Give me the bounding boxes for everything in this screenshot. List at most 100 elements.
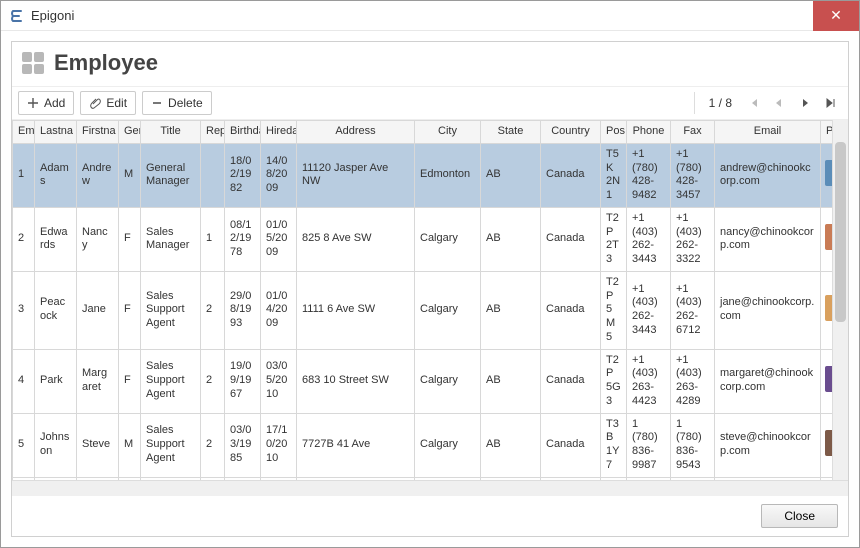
app-icon [9, 8, 25, 24]
cell-country: Canada [541, 271, 601, 349]
cell-state: AB [481, 413, 541, 477]
cell-reports: 2 [201, 271, 225, 349]
cell-first: Jane [77, 271, 119, 349]
cell-state: AB [481, 143, 541, 207]
column-header[interactable]: Address [297, 121, 415, 144]
cell-city: Calgary [415, 413, 481, 477]
last-page-button[interactable] [820, 92, 842, 114]
cell-state: AB [481, 349, 541, 413]
employee-table: EmLastnaFirstnaGerTitleRepBirthdaHiredaA… [12, 120, 848, 480]
column-header[interactable]: Fax [671, 121, 715, 144]
cell-gender: F [119, 349, 141, 413]
cell-title: Sales Support Agent [141, 349, 201, 413]
cell-title: General Manager [141, 143, 201, 207]
add-button[interactable]: Add [18, 91, 74, 115]
column-header[interactable]: Em [13, 121, 35, 144]
cell-city: Calgary [415, 207, 481, 271]
horizontal-scrollbar[interactable] [12, 480, 848, 496]
close-button[interactable]: Close [761, 504, 838, 528]
cell-country: Canada [541, 207, 601, 271]
cell-postal: T2P 5G3 [601, 349, 627, 413]
cell-postal: T2P 2T3 [601, 207, 627, 271]
delete-button[interactable]: Delete [142, 91, 212, 115]
cell-hire: 01/05/2009 [261, 207, 297, 271]
column-header[interactable]: Lastna [35, 121, 77, 144]
cell-address: 1111 6 Ave SW [297, 271, 415, 349]
cell-reports: 2 [201, 413, 225, 477]
cell-gender: M [119, 413, 141, 477]
cell-gender: F [119, 271, 141, 349]
cell-reports [201, 143, 225, 207]
next-page-button[interactable] [794, 92, 816, 114]
dialog-footer: Close [12, 496, 848, 536]
column-header[interactable]: Pos [601, 121, 627, 144]
toolbar: Add Edit Delete 1 / 8 [12, 87, 848, 120]
cell-phone: +1 (780) 428-9482 [627, 143, 671, 207]
cell-title: Sales Manager [141, 207, 201, 271]
cell-first: Margaret [77, 349, 119, 413]
column-header[interactable]: Hireda [261, 121, 297, 144]
paperclip-icon [89, 97, 101, 109]
cell-email: steve@chinookcorp.com [715, 413, 821, 477]
column-header[interactable]: Firstna [77, 121, 119, 144]
cell-city: Calgary [415, 271, 481, 349]
cell-city: Calgary [415, 349, 481, 413]
column-header[interactable]: Birthda [225, 121, 261, 144]
table-row[interactable]: 2EdwardsNancyFSales Manager108/12/197801… [13, 207, 849, 271]
column-header[interactable]: Rep [201, 121, 225, 144]
table-row[interactable]: 3PeacockJaneFSales Support Agent229/08/1… [13, 271, 849, 349]
cell-reports: 1 [201, 207, 225, 271]
next-icon [798, 96, 812, 110]
page-title: Employee [54, 50, 158, 76]
table-header: EmLastnaFirstnaGerTitleRepBirthdaHiredaA… [13, 121, 849, 144]
cell-email: margaret@chinookcorp.com [715, 349, 821, 413]
column-header[interactable]: Title [141, 121, 201, 144]
cell-gender: M [119, 143, 141, 207]
cell-id: 1 [13, 143, 35, 207]
column-header[interactable]: Phone [627, 121, 671, 144]
cell-city: Edmonton [415, 143, 481, 207]
cell-country: Canada [541, 143, 601, 207]
column-header[interactable]: State [481, 121, 541, 144]
cell-id: 4 [13, 349, 35, 413]
cell-title: Sales Support Agent [141, 413, 201, 477]
cell-first: Steve [77, 413, 119, 477]
cell-address: 7727B 41 Ave [297, 413, 415, 477]
vertical-scrollbar-thumb[interactable] [835, 142, 846, 322]
module-icon [22, 52, 44, 74]
column-header[interactable]: Country [541, 121, 601, 144]
cell-first: Andrew [77, 143, 119, 207]
last-icon [824, 96, 838, 110]
column-header[interactable]: Email [715, 121, 821, 144]
prev-page-button[interactable] [768, 92, 790, 114]
cell-email: jane@chinookcorp.com [715, 271, 821, 349]
close-icon: ✕ [830, 7, 842, 24]
cell-fax: +1 (403) 262-6712 [671, 271, 715, 349]
page-indicator: 1 / 8 [703, 96, 738, 110]
delete-label: Delete [168, 96, 203, 110]
vertical-scrollbar[interactable] [832, 120, 848, 480]
edit-button[interactable]: Edit [80, 91, 136, 115]
cell-hire: 03/05/2010 [261, 349, 297, 413]
table-row[interactable]: 1AdamsAndrewMGeneral Manager18/02/198214… [13, 143, 849, 207]
table-row[interactable]: 5JohnsonSteveMSales Support Agent203/03/… [13, 413, 849, 477]
pager: 1 / 8 [694, 92, 842, 114]
column-header[interactable]: Ger [119, 121, 141, 144]
cell-hire: 14/08/2009 [261, 143, 297, 207]
cell-gender: F [119, 207, 141, 271]
app-window: Epigoni ✕ Employee Add Edit [0, 0, 860, 548]
cell-last: Adams [35, 143, 77, 207]
cell-state: AB [481, 207, 541, 271]
content-frame: Employee Add Edit Delete [11, 41, 849, 537]
app-title: Epigoni [31, 8, 813, 23]
first-page-button[interactable] [742, 92, 764, 114]
column-header[interactable]: City [415, 121, 481, 144]
cell-phone: +1 (403) 262-3443 [627, 207, 671, 271]
table-row[interactable]: 4ParkMargaretFSales Support Agent219/09/… [13, 349, 849, 413]
window-close-button[interactable]: ✕ [813, 1, 859, 31]
cell-postal: T5K 2N1 [601, 143, 627, 207]
cell-postal: T2P 5M5 [601, 271, 627, 349]
titlebar: Epigoni ✕ [1, 1, 859, 31]
cell-phone: +1 (403) 263-4423 [627, 349, 671, 413]
table-area: EmLastnaFirstnaGerTitleRepBirthdaHiredaA… [12, 120, 848, 496]
